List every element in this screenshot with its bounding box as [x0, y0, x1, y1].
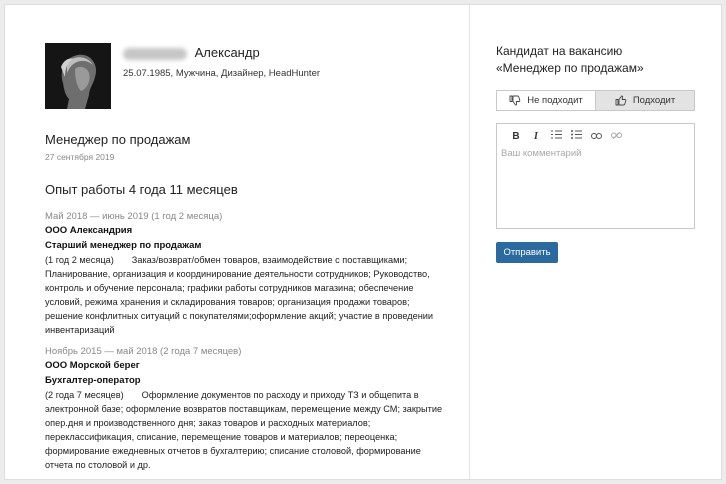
thumbs-up-icon	[615, 95, 627, 106]
decision-toggle: Не подходит Подходит	[496, 90, 695, 111]
unlink-icon	[610, 131, 622, 142]
surname-redacted	[123, 47, 187, 60]
numbered-list-button[interactable]	[546, 128, 566, 144]
job-role: Бухгалтер-оператор	[45, 375, 141, 386]
job-duration: (1 год 2 месяца)	[45, 255, 114, 265]
job-role: Старший менеджер по продажам	[45, 240, 202, 251]
link-icon	[590, 131, 602, 142]
bullet-list-button[interactable]	[566, 128, 586, 144]
comment-input[interactable]	[501, 148, 690, 224]
experience-header: Опыт работы 4 года 11 месяцев	[45, 182, 238, 197]
accept-label: Подходит	[632, 95, 676, 106]
job-description-text: Оформление документов по расходу и прихо…	[45, 390, 443, 470]
job-company: ООО Александрия	[45, 225, 133, 236]
candidate-card: Александр 25.07.1985, Мужчина, Дизайнер,…	[4, 4, 722, 480]
candidate-meta: 25.07.1985, Мужчина, Дизайнер, HeadHunte…	[123, 68, 321, 79]
thumbs-down-icon	[509, 95, 521, 106]
editor-toolbar: B I	[497, 124, 694, 148]
vacancy-title-line1: Кандидат на вакансию	[496, 44, 623, 58]
job-period: Ноябрь 2015 — май 2018 (2 года 7 месяцев…	[45, 346, 242, 357]
unlink-button[interactable]	[606, 128, 626, 144]
avatar	[45, 43, 111, 109]
position-date: 27 сентября 2019	[45, 152, 115, 162]
accept-button[interactable]: Подходит	[595, 91, 694, 110]
link-button[interactable]	[586, 128, 606, 144]
job-entry: Ноябрь 2015 — май 2018 (2 года 7 месяцев…	[45, 345, 445, 472]
numbered-list-icon	[550, 130, 562, 142]
job-entry: Май 2018 — июнь 2019 (1 год 2 месяца) ОО…	[45, 210, 445, 337]
candidate-name: Александр	[123, 45, 260, 60]
job-duration: (2 года 7 месяцев)	[45, 390, 124, 400]
bold-button[interactable]: B	[506, 128, 526, 144]
vacancy-title: Кандидат на вакансию «Менеджер по продаж…	[496, 43, 696, 77]
job-description-text: Заказ/возврат/обмен товаров, взаимодейст…	[45, 255, 434, 335]
job-description: (1 год 2 месяца) Заказ/возврат/обмен това…	[45, 253, 445, 337]
italic-button[interactable]: I	[526, 128, 546, 144]
send-button[interactable]: Отправить	[496, 242, 558, 263]
candidate-first-name: Александр	[194, 45, 260, 60]
job-period: Май 2018 — июнь 2019 (1 год 2 месяца)	[45, 211, 223, 222]
comment-editor: B I	[496, 123, 695, 229]
bullet-list-icon	[570, 130, 582, 142]
review-panel: Кандидат на вакансию «Менеджер по продаж…	[496, 43, 696, 263]
job-description: (2 года 7 месяцев) Оформление документов …	[45, 388, 445, 472]
vacancy-title-line2: «Менеджер по продажам»	[496, 61, 644, 75]
job-company: ООО Морской берег	[45, 360, 140, 371]
column-divider	[469, 5, 470, 479]
reject-button[interactable]: Не подходит	[497, 91, 595, 110]
reject-label: Не подходит	[527, 95, 583, 106]
position-title: Менеджер по продажам	[45, 132, 191, 147]
